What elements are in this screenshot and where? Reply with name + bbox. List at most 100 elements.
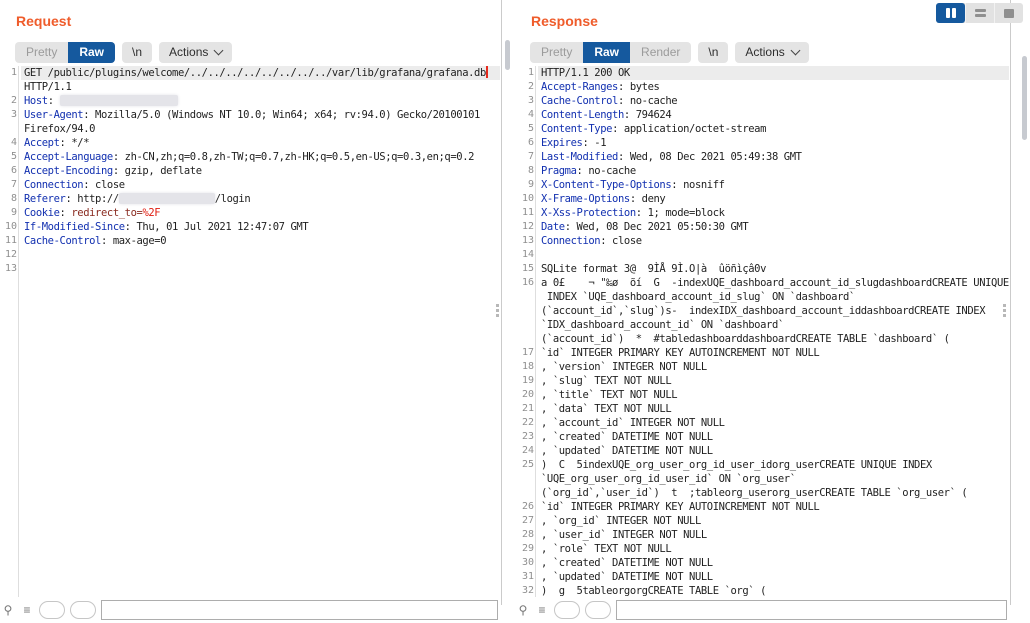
editor-line: 1 HTTP/1.1 200 OK [515,66,1009,80]
response-actions-button[interactable]: Actions [735,42,809,63]
previous-match-button[interactable] [554,601,580,619]
line-number: 11 [521,207,534,218]
editor-line: 12 [0,248,500,262]
line-content: , `updated` DATETIME NOT NULL [541,571,713,583]
line-number [515,486,538,500]
response-search-input[interactable] [616,600,1007,620]
next-match-button[interactable] [70,601,96,619]
line-content: Accept: */* [24,137,90,149]
line-content: X-Xss-Protection: 1; mode=block [541,207,725,219]
previous-match-button[interactable] [39,601,65,619]
line-number [0,122,21,136]
request-tab-raw[interactable]: Raw [68,42,116,63]
line-content: , `created` DATETIME NOT NULL [541,557,713,569]
line-number: 11 [4,235,17,246]
redacted-text [118,193,215,204]
line-content: HTTP/1.1 200 OK [538,66,1009,80]
line-content: , `user_id` INTEGER NOT NULL [541,529,707,541]
line-number: 4 [527,109,534,120]
layout-rows-button[interactable] [965,3,994,23]
scrollbar-thumb[interactable] [1022,56,1027,140]
request-panel: Request Pretty Raw \n Actions 1 GET /publ… [0,0,502,623]
response-tab-pretty[interactable]: Pretty [530,42,583,63]
layout-columns-button[interactable] [936,3,965,23]
line-content: User-Agent: Mozilla/5.0 (Windows NT 10.0… [24,109,480,121]
line-content: ) C 5indexUQE_org_user_org_id_user_idorg… [541,459,932,471]
layout-single-button[interactable] [994,3,1023,23]
editor-line: 9 X-Content-Type-Options: nosniff [515,178,1009,192]
panel-resize-grip[interactable] [496,302,500,319]
line-number: 5 [10,151,17,162]
editor-line: 19 , `slug` TEXT NOT NULL [515,374,1009,388]
editor-line: (`account_id`) * #tabledashboarddashboar… [515,332,1009,346]
line-content: Last-Modified: Wed, 08 Dec 2021 05:49:38… [541,151,802,163]
line-content: Firefox/94.0 [24,123,96,135]
line-content: Cookie: redirect_to=%2F [24,207,161,219]
request-actions-button[interactable]: Actions [159,42,233,63]
line-content: X-Frame-Options: deny [541,193,666,205]
request-search-input[interactable] [101,600,498,620]
editor-line: 28 , `user_id` INTEGER NOT NULL [515,528,1009,542]
scrollbar-thumb[interactable] [505,40,510,70]
line-number: 16 [521,277,534,288]
line-number: 12 [4,249,17,260]
line-number: 6 [10,165,17,176]
text-cursor [485,66,488,78]
line-number: 31 [521,571,534,582]
editor-line: (`account_id`,`slug`)s- indexIDX_dashboa… [515,304,1009,318]
line-content: HTTP/1.1 [24,81,72,93]
panel-resize-grip[interactable] [1003,302,1007,319]
request-editor[interactable]: 1 GET /public/plugins/welcome/../../../..… [0,66,500,597]
request-actions-label: Actions [169,45,209,59]
response-newline-toggle-button[interactable]: \n [698,42,729,63]
request-tab-pretty[interactable]: Pretty [15,42,68,63]
line-number: 30 [521,557,534,568]
line-content: , `version` INTEGER NOT NULL [541,361,707,373]
line-content: , `role` TEXT NOT NULL [541,543,672,555]
next-match-button[interactable] [585,601,611,619]
line-number [0,80,21,94]
response-tab-raw[interactable]: Raw [583,42,631,63]
editor-line: 3 Cache-Control: no-cache [515,94,1009,108]
line-number: 13 [4,263,17,274]
editor-line: 24 , `updated` DATETIME NOT NULL [515,444,1009,458]
editor-line: 1 GET /public/plugins/welcome/../../../..… [0,66,500,80]
line-content: Referer: http:///login [24,193,251,205]
line-content: Cache-Control: max-age=0 [24,235,167,247]
line-number: 1 [527,67,534,78]
editor-line: `UQE_org_user_org_id_user_id` ON `org_us… [515,472,1009,486]
response-editor[interactable]: 1 HTTP/1.1 200 OK 2 Accept-Ranges: bytes 3 Ca… [515,66,1009,597]
editor-line: 5 Accept-Language: zh-CN,zh;q=0.8,zh-TW;q… [0,150,500,164]
line-content: (`org_id`,`user_id`) t ;tableorg_userorg… [541,487,968,499]
editor-line: 3 User-Agent: Mozilla/5.0 (Windows NT 10.… [0,108,500,122]
editor-line: 22 , `account_id` INTEGER NOT NULL [515,416,1009,430]
line-content: Expires: -1 [541,137,607,149]
request-newline-toggle-button[interactable]: \n [122,42,153,63]
response-panel-title: Response [531,13,598,29]
line-number: 25 [521,459,534,470]
editor-line: 9 Cookie: redirect_to=%2F [0,206,500,220]
line-number: 9 [527,179,534,190]
line-number: 27 [521,515,534,526]
line-content: (`account_id`) * #tabledashboarddashboar… [541,333,950,345]
line-content: , `data` TEXT NOT NULL [541,403,672,415]
response-search-bar: ⚲ ≡ [516,597,1007,623]
editor-line: `IDX_dashboard_account_id` ON `dashboard… [515,318,1009,332]
editor-line: 31 , `updated` DATETIME NOT NULL [515,570,1009,584]
line-content: Content-Length: 794624 [541,109,672,121]
response-view-tabs: Pretty Raw Render [530,42,692,63]
line-number: 2 [527,81,534,92]
editor-line: (`org_id`,`user_id`) t ;tableorg_userorg… [515,486,1009,500]
line-number: 10 [4,221,17,232]
line-number: 20 [521,389,534,400]
editor-line: 12 Date: Wed, 08 Dec 2021 05:50:30 GMT [515,220,1009,234]
line-number: 4 [10,137,17,148]
line-number: 32 [521,585,534,596]
response-tab-render[interactable]: Render [630,42,691,63]
line-content: Connection: close [541,235,642,247]
editor-line: 7 Connection: close [0,178,500,192]
editor-line: HTTP/1.1 [0,80,500,94]
line-content [21,262,500,276]
editor-line: 30 , `created` DATETIME NOT NULL [515,556,1009,570]
line-number [515,472,538,486]
